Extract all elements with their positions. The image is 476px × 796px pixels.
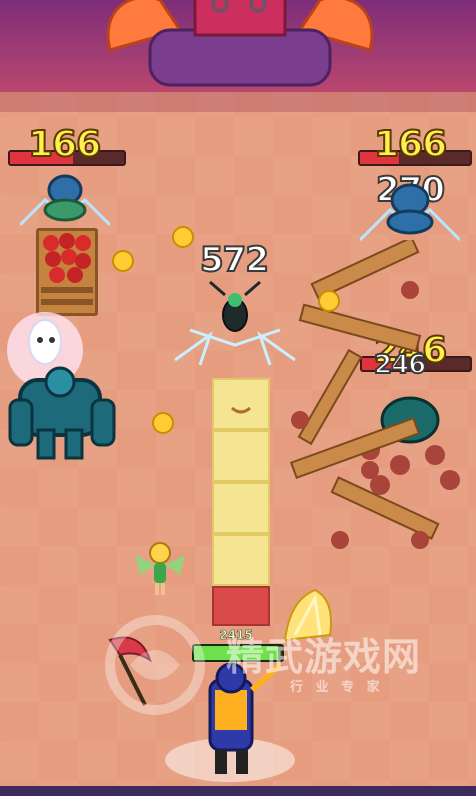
coin-icon: [152, 412, 174, 434]
watermark-logo-icon: [105, 615, 205, 715]
game-stage[interactable]: 166 166 270 572: [0, 0, 476, 796]
coin-icon: [112, 250, 134, 272]
watermark-subtitle: 行 业 专 家: [290, 680, 384, 695]
apple-crate: [36, 228, 98, 316]
spider-enemy-icon[interactable]: [20, 165, 110, 235]
spider-enemy-icon[interactable]: [360, 170, 460, 250]
coin-icon: [172, 226, 194, 248]
wood-debris: [289, 240, 440, 549]
block-tile: [212, 430, 270, 482]
golem-enemy-icon[interactable]: [0, 310, 130, 470]
damage-number-crit: 572: [199, 239, 270, 281]
block-tile: [212, 378, 270, 430]
damage-number: 166: [27, 123, 102, 166]
bottom-frame: [0, 786, 476, 796]
block-tile: [212, 482, 270, 534]
block-tile: [212, 534, 270, 586]
coin-icon: [318, 290, 340, 312]
watermark-title: 精武游戏网: [226, 635, 422, 679]
boss-icon: [106, 0, 374, 87]
block-tile-red: [212, 586, 270, 626]
wall-shadow: [0, 92, 476, 112]
damage-number: 166: [373, 123, 448, 166]
fairy-companion-icon: [135, 542, 185, 595]
